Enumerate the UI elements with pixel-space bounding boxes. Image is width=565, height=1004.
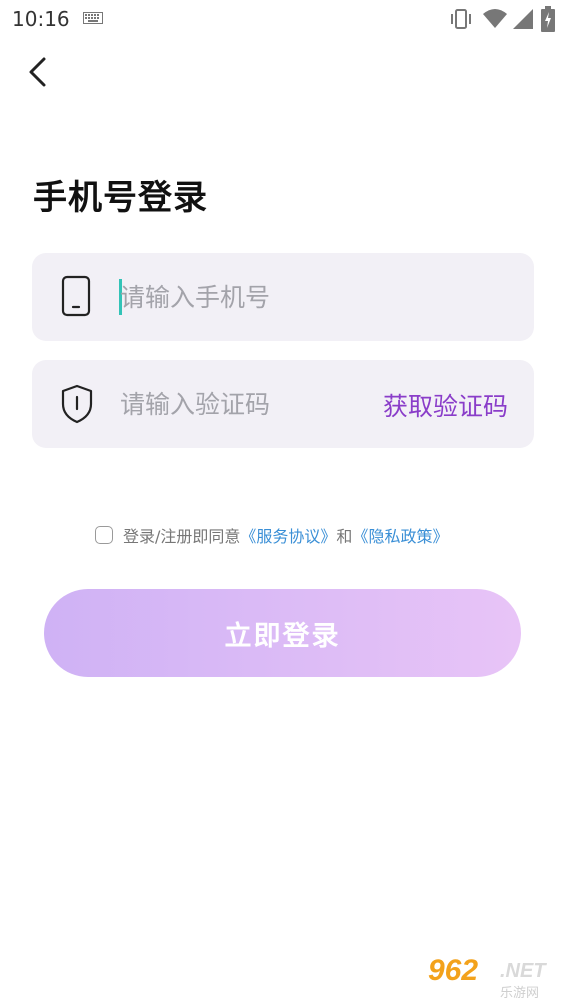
vibrate-icon <box>451 9 471 29</box>
login-button[interactable]: 立即登录 <box>44 589 521 677</box>
signal-icon <box>513 9 533 29</box>
phone-icon <box>61 275 91 317</box>
phone-field[interactable] <box>32 253 534 341</box>
wifi-icon <box>483 9 507 28</box>
shield-icon <box>61 384 93 424</box>
agreement-and-text: 和 <box>336 527 353 546</box>
status-bar: 10:16 <box>0 0 565 40</box>
privacy-policy-link[interactable]: 《隐私政策》 <box>352 523 448 547</box>
watermark-main: 962 <box>428 954 479 987</box>
login-page: 10:16 手机号登录 请输入手机号 请输入验证码 获取验证码 登录/注册即同意… <box>0 0 565 1004</box>
service-agreement-link[interactable]: 《服务协议》 <box>240 523 336 547</box>
watermark-net: .NET <box>500 960 546 982</box>
agreement-checkbox[interactable] <box>95 526 113 544</box>
keyboard-icon <box>83 12 103 24</box>
battery-icon <box>541 6 555 32</box>
agreement-row: 登录/注册即同意 《服务协议》 和 《隐私政策》 <box>95 522 448 548</box>
back-button[interactable] <box>20 54 56 90</box>
page-title: 手机号登录 <box>33 178 208 218</box>
code-input[interactable] <box>120 384 370 424</box>
watermark-logo: 962 .NET 乐游网 <box>428 954 560 1001</box>
code-field[interactable]: 获取验证码 <box>32 360 534 448</box>
watermark-sub: 乐游网 <box>500 986 540 1001</box>
status-time: 10:16 <box>12 7 70 31</box>
phone-input[interactable] <box>120 277 370 317</box>
agreement-text: 登录/注册即同意 <box>123 527 241 546</box>
get-code-button[interactable]: 获取验证码 <box>383 387 508 423</box>
